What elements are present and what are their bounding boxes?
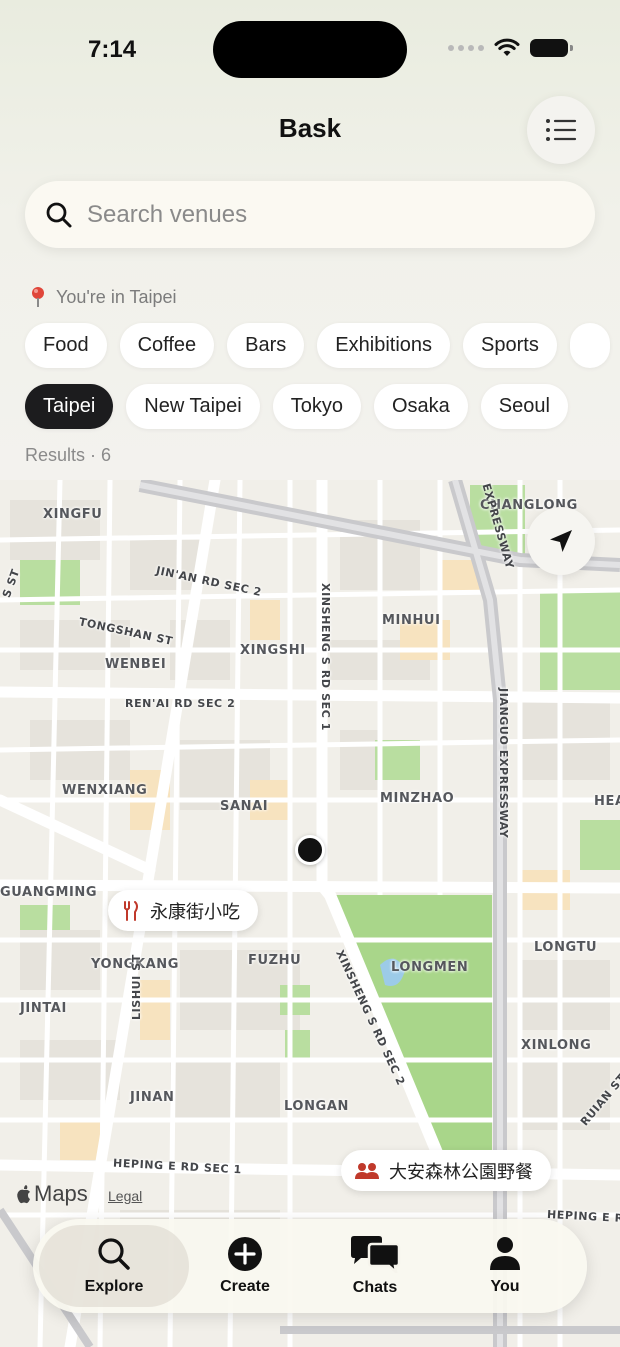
map-label-longtu: LONGTU: [534, 940, 598, 955]
tab-you[interactable]: You: [455, 1225, 555, 1307]
category-chips: Food Coffee Bars Exhibitions Sports: [25, 323, 610, 368]
top-panel: 7:14 Bask You're in Taipei Food Co: [0, 0, 620, 480]
tab-label: Chats: [352, 1279, 398, 1296]
results-count: Results · 6: [25, 445, 112, 465]
map-label-jintai: JINTAI: [20, 1001, 67, 1016]
apple-logo-icon: [17, 1184, 30, 1203]
legal-link[interactable]: Legal: [108, 1188, 142, 1204]
cellular-signal-icon: [448, 45, 484, 51]
tab-label: Create: [220, 1278, 270, 1295]
map-label-lishui: LISHUI ST: [130, 954, 143, 1020]
chip-sports[interactable]: Sports: [463, 323, 557, 368]
chip-city-seoul[interactable]: Seoul: [480, 384, 568, 429]
map-label-xinlong: XINLONG: [521, 1038, 592, 1053]
list-view-button[interactable]: [527, 96, 595, 164]
chip-city-new-taipei[interactable]: New Taipei: [126, 384, 260, 429]
status-indicators: [448, 38, 573, 58]
chip-exhibitions[interactable]: Exhibitions: [317, 323, 451, 368]
location-text: You're in Taipei: [56, 286, 177, 307]
chip-food[interactable]: Food: [25, 323, 107, 368]
tab-label: You: [490, 1278, 520, 1295]
maps-logo-text: Maps: [34, 1181, 88, 1206]
plus-circle-icon: [228, 1237, 262, 1271]
wifi-icon: [494, 38, 520, 56]
venue-pin-label: 永康街小吃: [150, 901, 240, 922]
map-label-jinan: JINAN: [130, 1090, 175, 1105]
map-label-wenbei: WENBEI: [105, 657, 167, 672]
city-chips: Taipei New Taipei Tokyo Osaka Seoul: [25, 384, 568, 429]
chip-city-tokyo[interactable]: Tokyo: [272, 384, 361, 429]
maps-attribution: Maps: [16, 1181, 88, 1207]
chat-bubbles-icon: [351, 1236, 401, 1273]
map-label-hea: HEA: [594, 794, 620, 809]
map-label-minzhao: MINZHAO: [380, 791, 455, 806]
tab-label: Explore: [84, 1278, 144, 1295]
map-label-jianguo: JIANGUO EXPRESSWAY: [497, 688, 510, 839]
map-label-fuzhu: FUZHU: [248, 953, 302, 968]
fork-knife-icon: [124, 900, 138, 921]
map-label-longmen: LONGMEN: [391, 960, 469, 975]
tab-bar: Explore Create Chats You: [33, 1219, 587, 1313]
venue-pin-daan-park[interactable]: 大安森林公園野餐: [341, 1150, 551, 1191]
map-label-renai: REN'AI RD SEC 2: [125, 697, 236, 710]
tab-create[interactable]: Create: [195, 1225, 295, 1307]
map-label-guangming: GUANGMING: [0, 885, 98, 900]
map-label-xinsheng-sec1: XINSHENG S RD SEC 1: [319, 583, 332, 732]
search-bar[interactable]: [25, 181, 595, 248]
map-label-longan: LONGAN: [284, 1099, 349, 1114]
chip-city-taipei[interactable]: Taipei: [25, 384, 114, 429]
chip-more-partial[interactable]: [569, 323, 610, 368]
map-label-xingshi: XINGSHI: [240, 643, 306, 658]
map-label-xingfu: XINGFU: [43, 507, 103, 522]
chip-city-osaka[interactable]: Osaka: [373, 384, 468, 429]
search-input[interactable]: [87, 200, 527, 229]
tab-explore[interactable]: Explore: [39, 1225, 189, 1307]
battery-icon: [530, 39, 573, 57]
chip-bars[interactable]: Bars: [227, 323, 305, 368]
current-location: You're in Taipei: [28, 286, 177, 308]
map-base: [0, 480, 620, 1347]
people-icon: [355, 1162, 379, 1179]
dynamic-island: [213, 21, 407, 78]
map-label-wenxiang: WENXIANG: [62, 783, 148, 798]
chip-coffee[interactable]: Coffee: [119, 323, 215, 368]
venue-pin-label: 大安森林公園野餐: [389, 1161, 533, 1182]
map-label-minhui: MINHUI: [382, 613, 441, 628]
map-view[interactable]: XINGFU CHANGLONG JIN'AN RD SEC 2 TONGSHA…: [0, 480, 620, 1347]
locate-me-button[interactable]: [527, 507, 595, 575]
venue-pin-yongkang[interactable]: 永康街小吃: [108, 890, 258, 931]
list-icon: [546, 119, 577, 141]
map-label-sanai: SANAI: [220, 799, 269, 814]
person-icon: [490, 1237, 520, 1270]
location-arrow-icon: [550, 530, 572, 552]
status-time: 7:14: [88, 36, 137, 63]
magnifier-icon: [98, 1238, 130, 1270]
user-location-dot: [295, 835, 325, 865]
search-icon: [46, 202, 72, 227]
tab-chats[interactable]: Chats: [325, 1225, 425, 1307]
pushpin-icon: [32, 287, 44, 307]
